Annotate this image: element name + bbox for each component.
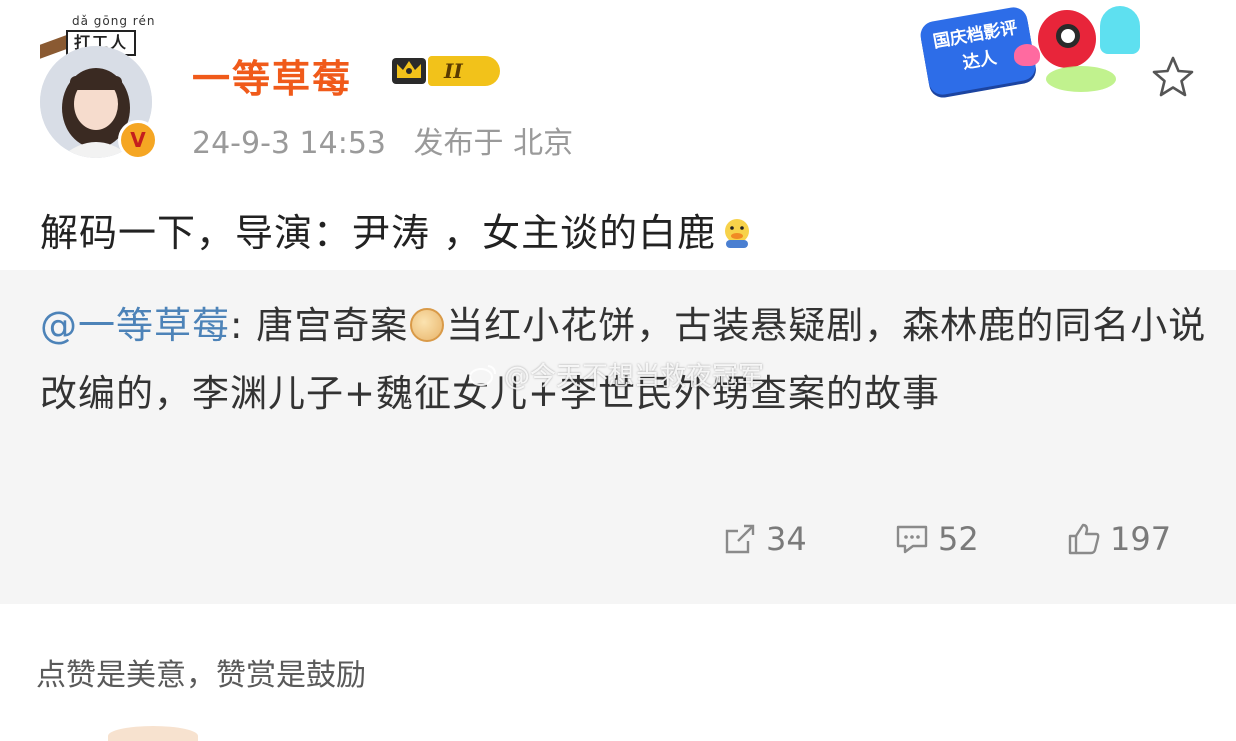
weibo-logo-icon <box>469 364 496 386</box>
post-text-content: 解码一下，导演：尹涛 ，女主谈的白鹿 <box>40 211 717 255</box>
thumbs-up-icon <box>1068 523 1100 555</box>
username[interactable]: 一等草莓 <box>192 48 352 103</box>
repost-count: 34 <box>766 520 807 558</box>
mooncake-emoji-icon <box>410 308 445 342</box>
like-count: 197 <box>1110 520 1172 558</box>
repost-block[interactable]: @一等草莓: 唐宫奇案 当红小花饼，古装悬疑剧，森林鹿的同名小说改编的，李渊儿子+… <box>0 270 1236 604</box>
comment-count: 52 <box>938 520 979 558</box>
mascot-eye-icon <box>1056 24 1080 48</box>
post-location: 发布于 北京 <box>413 126 574 161</box>
post-meta: 24-9-3 14:53 发布于 北京 <box>192 118 573 162</box>
promo-sticker[interactable]: 国庆档影评达人 <box>910 0 1160 110</box>
avatar[interactable]: V <box>40 46 158 160</box>
worker-tag-pinyin: dǎ gōng rén <box>72 14 156 28</box>
comment-button[interactable]: 52 <box>894 520 979 558</box>
section-divider <box>0 604 1236 636</box>
reward-icon <box>108 726 198 741</box>
watermark-text: @今天不想当救夜冠军 <box>504 362 765 392</box>
share-icon <box>725 524 755 554</box>
repost-text-start: : 唐宫奇案 <box>230 304 409 347</box>
verified-badge-icon: V <box>118 120 158 160</box>
crown-icon <box>392 58 426 84</box>
comment-icon <box>896 525 928 554</box>
reward-area <box>0 704 1236 741</box>
star-outline-icon[interactable] <box>1150 54 1196 100</box>
planet-icon <box>1046 66 1116 92</box>
duck-emoji-icon <box>720 215 754 249</box>
heart-icon <box>1014 44 1040 66</box>
reward-text: 点赞是美意，赞赏是鼓励 <box>36 658 366 693</box>
level-badge: II <box>428 56 500 86</box>
repost-button[interactable]: 34 <box>722 520 807 558</box>
ghost-mascot-icon <box>1100 6 1140 54</box>
watermark: @今天不想当救夜冠军 <box>468 356 764 393</box>
post-text: 解码一下，导演：尹涛 ，女主谈的白鹿 <box>40 202 754 257</box>
mention-link[interactable]: @一等草莓 <box>40 304 230 347</box>
post-timestamp: 24-9-3 14:53 <box>192 126 386 161</box>
like-button[interactable]: 197 <box>1066 520 1171 558</box>
